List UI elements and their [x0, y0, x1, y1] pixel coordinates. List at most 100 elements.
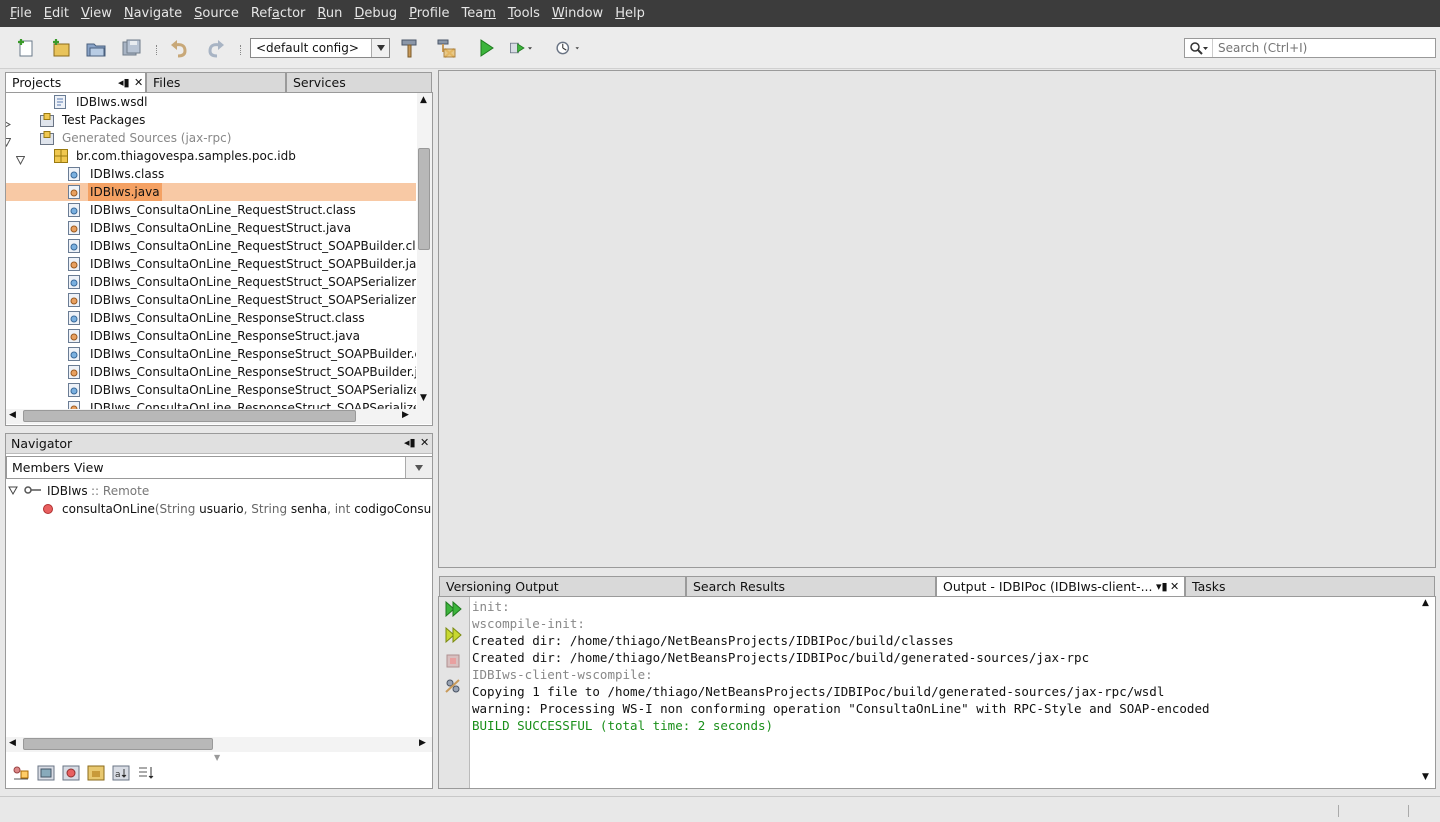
method-icon	[43, 504, 53, 514]
scroll-thumb[interactable]	[23, 738, 213, 750]
tree-item[interactable]: IDBIws_ConsultaOnLine_RequestStruct.java	[6, 219, 416, 237]
projects-vertical-scrollbar[interactable]: ▲ ▼	[417, 93, 432, 409]
class-file-icon	[68, 275, 80, 289]
tree-item[interactable]: Generated Sources (jax-rpc)	[6, 129, 416, 148]
tab-files[interactable]: Files	[146, 72, 286, 92]
static-members-icon[interactable]	[62, 765, 80, 784]
tree-item[interactable]: IDBIws_ConsultaOnLine_ResponseStruct.cla…	[6, 309, 416, 327]
output-line: wscompile-init:	[472, 616, 585, 631]
close-icon[interactable]: ✕	[1170, 577, 1180, 596]
scroll-up-icon[interactable]: ▲	[420, 95, 427, 105]
menu-item[interactable]: Run	[311, 0, 348, 27]
menu-item[interactable]: Navigate	[118, 0, 188, 27]
menu-item[interactable]: Source	[188, 0, 245, 27]
tree-item[interactable]: IDBIws_ConsultaOnLine_ResponseStruct.jav…	[6, 327, 416, 345]
tree-item[interactable]: br.com.thiagovespa.samples.poc.idb	[6, 147, 416, 166]
open-project-icon[interactable]	[84, 36, 108, 60]
scroll-right-icon[interactable]: ▶	[402, 410, 409, 420]
scroll-up-icon[interactable]: ▲	[1422, 598, 1429, 608]
minimize-icon[interactable]: ▾▮	[1155, 577, 1169, 596]
rerun-icon[interactable]	[444, 600, 464, 620]
navigator-method-row[interactable]: consultaOnLine(String usuario, String se…	[6, 500, 432, 518]
tree-item[interactable]: IDBIws.class	[6, 165, 416, 183]
collapsed-toggle-icon[interactable]	[6, 116, 12, 128]
menu-item[interactable]: Tools	[502, 0, 546, 27]
settings-icon[interactable]	[444, 678, 462, 697]
tree-item-label: IDBIws.wsdl	[76, 95, 148, 109]
sort-by-name-icon[interactable]: a	[112, 765, 130, 784]
rerun-with-params-icon[interactable]	[444, 626, 464, 646]
tree-item[interactable]: IDBIws_ConsultaOnLine_ResponseStruct_SOA…	[6, 363, 416, 381]
run-icon[interactable]	[474, 36, 498, 60]
inherited-members-icon[interactable]	[12, 765, 30, 784]
scroll-left-icon[interactable]: ◀	[9, 738, 16, 748]
method-name: consultaOnLine	[62, 502, 155, 516]
save-all-icon[interactable]	[119, 36, 143, 60]
fields-filter-icon[interactable]	[37, 765, 55, 784]
minimize-icon[interactable]: ◂▮	[118, 73, 130, 92]
sort-by-source-icon[interactable]	[137, 765, 155, 784]
expand-toolbar-icon[interactable]: ▼	[214, 753, 220, 762]
menu-item[interactable]: File	[4, 0, 38, 27]
projects-horizontal-scrollbar[interactable]: ◀ ▶	[6, 409, 432, 424]
close-icon[interactable]: ✕	[420, 436, 429, 449]
quick-search[interactable]	[1184, 38, 1436, 58]
tab-tasks[interactable]: Tasks	[1185, 576, 1435, 596]
scroll-right-icon[interactable]: ▶	[419, 738, 426, 748]
output-console[interactable]: init: wscompile-init: Created dir: /home/t…	[472, 598, 1422, 734]
output-vertical-scrollbar[interactable]: ▲ ▼	[1419, 598, 1434, 786]
minimize-icon[interactable]: ◂▮	[404, 436, 416, 449]
clean-build-icon[interactable]	[434, 36, 458, 60]
search-input[interactable]	[1213, 41, 1435, 55]
tree-item[interactable]: IDBIws_ConsultaOnLine_RequestStruct.clas…	[6, 201, 416, 219]
scroll-thumb[interactable]	[23, 410, 356, 422]
tree-item[interactable]: IDBIws_ConsultaOnLine_RequestStruct_SOAP…	[6, 255, 416, 273]
scroll-down-icon[interactable]: ▼	[420, 393, 427, 403]
menu-item[interactable]: Help	[609, 0, 651, 27]
tree-item[interactable]: IDBIws_ConsultaOnLine_ResponseStruct_SOA…	[6, 345, 416, 363]
menu-item[interactable]: View	[75, 0, 118, 27]
build-hammer-icon[interactable]	[398, 36, 422, 60]
tree-item[interactable]: IDBIws_ConsultaOnLine_RequestStruct_SOAP…	[6, 291, 416, 309]
menu-item[interactable]: Team	[456, 0, 502, 27]
tab-versioning-output[interactable]: Versioning Output	[439, 576, 686, 596]
navigator-view-select[interactable]: Members View	[6, 456, 433, 479]
output-line: Created dir: /home/thiago/NetBeansProjec…	[472, 650, 1090, 665]
scroll-down-icon[interactable]: ▼	[1422, 772, 1429, 782]
non-public-members-icon[interactable]	[87, 765, 105, 784]
menu-item[interactable]: Profile	[403, 0, 455, 27]
menu-item[interactable]: Edit	[38, 0, 75, 27]
scroll-left-icon[interactable]: ◀	[9, 410, 16, 420]
tree-item[interactable]: IDBIws_ConsultaOnLine_ResponseStruct_SOA…	[6, 381, 416, 399]
method-signature-part: int	[334, 502, 351, 516]
tree-item[interactable]: IDBIws_ConsultaOnLine_ResponseStruct_SOA…	[6, 399, 416, 409]
config-select[interactable]: <default config>	[250, 38, 390, 58]
tab-services[interactable]: Services	[286, 72, 432, 92]
scroll-thumb[interactable]	[418, 148, 430, 250]
tree-item[interactable]: Test Packages	[6, 111, 416, 129]
navigator-root-row[interactable]: IDBIws :: Remote	[6, 482, 432, 500]
new-file-icon[interactable]	[14, 36, 38, 60]
new-project-icon[interactable]	[49, 36, 73, 60]
expanded-toggle-icon[interactable]	[6, 134, 12, 148]
close-icon[interactable]: ✕	[134, 73, 143, 92]
menu-item[interactable]: Debug	[348, 0, 403, 27]
tree-item[interactable]: IDBIws_ConsultaOnLine_RequestStruct_SOAP…	[6, 237, 416, 255]
expanded-toggle-icon[interactable]	[15, 152, 26, 166]
tree-item[interactable]: IDBIws.wsdl	[6, 93, 416, 111]
tree-item[interactable]: IDBIws_ConsultaOnLine_RequestStruct_SOAP…	[6, 273, 416, 291]
menu-item[interactable]: Refactor	[245, 0, 312, 27]
navigator-horizontal-scrollbar[interactable]: ◀ ▶	[6, 737, 432, 752]
debug-icon[interactable]	[508, 36, 532, 60]
stop-icon[interactable]	[446, 654, 460, 671]
tab-output[interactable]: Output - IDBIPoc (IDBIws-client-... ▾▮ ✕	[936, 576, 1185, 596]
expanded-toggle-icon[interactable]	[8, 482, 18, 501]
tab-projects[interactable]: Projects ◂▮ ✕	[5, 72, 146, 92]
tree-item[interactable]: IDBIws.java	[6, 183, 416, 201]
tab-output-label: Output - IDBIPoc (IDBIws-client-...	[943, 579, 1153, 594]
tab-search-results[interactable]: Search Results	[686, 576, 936, 596]
menu-item[interactable]: Window	[546, 0, 609, 27]
profile-icon[interactable]	[555, 36, 579, 60]
undo-icon[interactable]	[168, 36, 192, 60]
redo-icon[interactable]	[203, 36, 227, 60]
